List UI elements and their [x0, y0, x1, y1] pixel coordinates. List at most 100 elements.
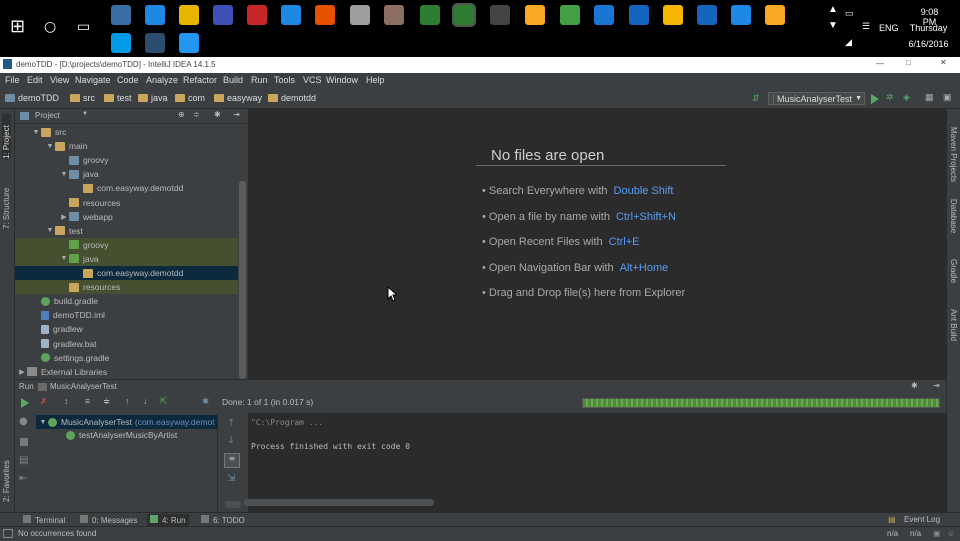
tree-item-gradlew[interactable]: gradlew: [15, 322, 238, 336]
expand-down-icon[interactable]: ▼: [59, 255, 69, 262]
rerun-failed-icon[interactable]: ✗: [40, 396, 47, 407]
collapse-all-icon[interactable]: ≑: [103, 396, 110, 407]
dropbox-icon[interactable]: [281, 5, 301, 25]
tree-item-groovy[interactable]: groovy: [15, 237, 238, 252]
media-icon[interactable]: [350, 5, 370, 25]
tree-item-main[interactable]: ▼ main: [15, 139, 238, 153]
intellij-icon[interactable]: [145, 33, 165, 53]
expand-down-icon[interactable]: ▼: [45, 143, 55, 150]
scroll-to-end-icon[interactable]: ⇲: [227, 473, 235, 484]
stop-icon[interactable]: [20, 438, 28, 446]
expand-down-icon[interactable]: ▼: [59, 171, 69, 178]
clock-day[interactable]: Thursday: [906, 23, 951, 33]
down-arrow-icon[interactable]: ↓: [227, 435, 235, 446]
hide-panel-icon[interactable]: ⇥: [933, 381, 940, 390]
tree-item-java[interactable]: ▼ java: [15, 251, 238, 266]
caret-position[interactable]: n/a: [887, 529, 898, 538]
windows-start-icon[interactable]: ⊞: [10, 16, 25, 37]
menu-vcs[interactable]: VCS: [303, 75, 322, 85]
vcs-update-icon[interactable]: ⇵: [752, 93, 760, 104]
close-button[interactable]: ✕: [940, 58, 947, 67]
previous-icon[interactable]: ↑: [125, 396, 129, 406]
console-scrollbar[interactable]: [244, 499, 434, 506]
wifi-icon[interactable]: ◢: [845, 37, 852, 48]
tree-item-gradlew-bat[interactable]: gradlew.bat: [15, 337, 238, 351]
rerun-icon[interactable]: [21, 398, 29, 408]
remote-desktop-icon[interactable]: [731, 5, 751, 25]
minimize-button[interactable]: —: [876, 59, 884, 68]
coverage-icon[interactable]: ◈: [903, 92, 910, 103]
outlook-icon[interactable]: [697, 5, 717, 25]
tab-favorites[interactable]: 2: Favorites: [2, 447, 11, 502]
menu-edit[interactable]: Edit: [27, 75, 43, 85]
tab-maven-projects[interactable]: Maven Projects: [949, 127, 958, 187]
camtasia-recorder-icon[interactable]: [452, 3, 476, 27]
tool-tab-0-messages[interactable]: 0: Messages: [77, 514, 140, 526]
run-tab[interactable]: MusicAnalyserTest: [50, 382, 117, 391]
filezilla-icon[interactable]: [247, 5, 267, 25]
network-icon[interactable]: [213, 5, 233, 25]
editor-area[interactable]: No files are open • Search Everywhere wi…: [248, 109, 946, 379]
expand-down-icon[interactable]: ▼: [31, 129, 41, 136]
event-log-tab[interactable]: Event Log: [904, 515, 940, 524]
breadcrumb-com[interactable]: com: [175, 93, 205, 103]
menu-code[interactable]: Code: [117, 75, 139, 85]
tree-item-resources[interactable]: resources: [15, 280, 238, 295]
tab-database[interactable]: Database: [949, 199, 958, 244]
menu-analyze[interactable]: Analyze: [146, 75, 178, 85]
tree-item-settings-gradle[interactable]: settings.gradle: [15, 351, 238, 365]
android-icon[interactable]: [560, 5, 580, 25]
git-icon[interactable]: [525, 5, 545, 25]
test-result-item[interactable]: testAnalyserMusicByArtist: [36, 428, 218, 442]
tree-item-groovy[interactable]: groovy: [15, 153, 238, 167]
remote-icon[interactable]: [594, 5, 614, 25]
menu-navigate[interactable]: Navigate: [75, 75, 111, 85]
menu-view[interactable]: View: [50, 75, 69, 85]
media-player-icon[interactable]: [765, 5, 785, 25]
tree-item-demotdd-iml[interactable]: demoTDD.iml: [15, 308, 238, 322]
skype-icon[interactable]: [111, 33, 131, 53]
export-icon[interactable]: ⇱: [160, 396, 167, 407]
camtasia-icon[interactable]: [420, 5, 440, 25]
tab-ant-build[interactable]: Ant Build: [949, 309, 958, 354]
run-config-select[interactable]: MusicAnalyserTest ▼: [768, 92, 865, 105]
soft-wrap-icon[interactable]: ≡: [224, 453, 240, 468]
test-result-item[interactable]: ▼ MusicAnalyserTest (com.easyway.demot: [36, 415, 218, 429]
menu-run[interactable]: Run: [251, 75, 268, 85]
menu-refactor[interactable]: Refactor: [183, 75, 217, 85]
tool-tab-4-run[interactable]: 4: Run: [147, 514, 189, 526]
gear-icon[interactable]: ✱: [911, 381, 918, 390]
hide-panel-icon[interactable]: ⇥: [233, 110, 240, 119]
tree-item-webapp[interactable]: ▶ webapp: [15, 210, 238, 224]
toggle-tool-windows-icon[interactable]: [3, 529, 13, 538]
project-view-select[interactable]: Project: [35, 111, 60, 120]
clock-date[interactable]: 6/16/2016: [906, 39, 951, 49]
menu-file[interactable]: File: [5, 75, 20, 85]
unity-icon[interactable]: [490, 5, 510, 25]
scroll-from-source-icon[interactable]: ⊕: [178, 110, 185, 119]
tree-item-com-easyway-demotdd[interactable]: com.easyway.demotdd: [15, 266, 238, 280]
chrome-icon[interactable]: [145, 5, 165, 25]
tree-scrollbar[interactable]: [239, 181, 246, 379]
tab-project[interactable]: 1: Project: [2, 114, 11, 159]
minecraft-icon[interactable]: [663, 5, 683, 25]
exit-icon[interactable]: ⇤: [19, 473, 27, 484]
collapse-all-icon[interactable]: ≑: [193, 110, 200, 119]
console-hscrollbar[interactable]: [225, 501, 241, 508]
tool-tab-6-todo[interactable]: 6: TODO: [198, 514, 248, 526]
dump-icon[interactable]: ▤: [19, 455, 28, 466]
project-structure-icon[interactable]: ▦: [925, 92, 934, 103]
settings-icon[interactable]: [111, 5, 131, 25]
maximize-button[interactable]: □: [906, 58, 911, 67]
tool-tab-terminal[interactable]: Terminal: [20, 514, 68, 526]
tree-item-build-gradle[interactable]: build.gradle: [15, 294, 238, 308]
run-icon[interactable]: [871, 94, 879, 104]
breadcrumb-easyway[interactable]: easyway: [214, 93, 262, 103]
sort-icon[interactable]: ↕: [64, 396, 68, 406]
tree-item-java[interactable]: ▼ java: [15, 167, 238, 181]
norton-icon[interactable]: [179, 5, 199, 25]
chevron-down-icon[interactable]: ▼: [82, 111, 88, 117]
lock-icon[interactable]: ▣: [933, 529, 941, 538]
tree-item-resources[interactable]: resources: [15, 196, 238, 210]
tree-item-src[interactable]: ▼ src: [15, 125, 238, 139]
